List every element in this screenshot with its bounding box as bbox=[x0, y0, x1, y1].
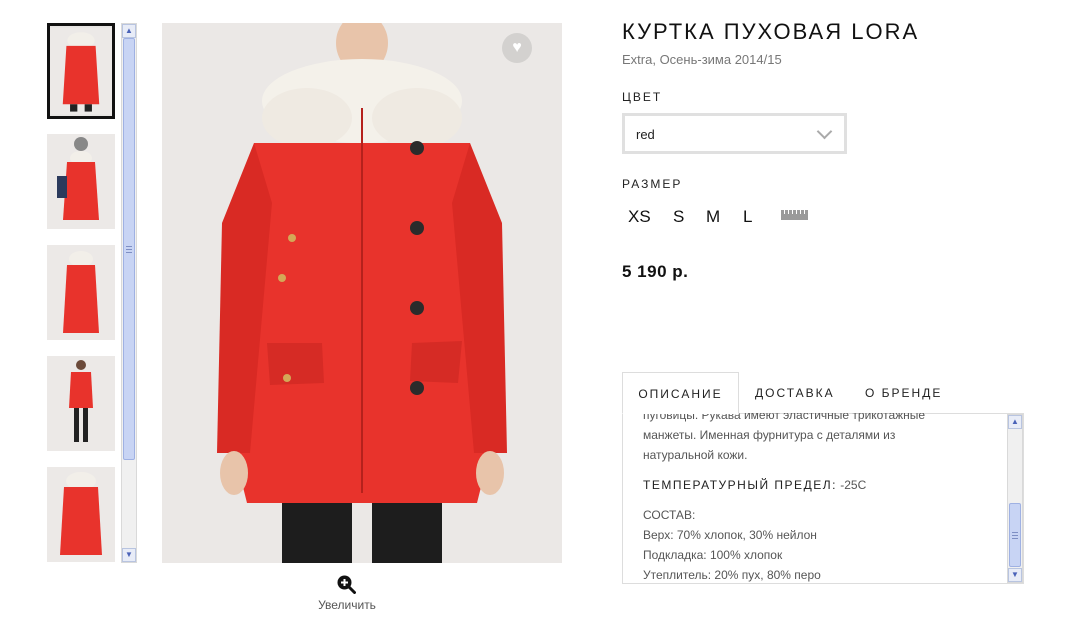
tab-description[interactable]: ОПИСАНИЕ bbox=[622, 372, 739, 414]
zoom-label[interactable]: Увеличить bbox=[300, 598, 394, 612]
main-product-image[interactable] bbox=[162, 23, 562, 563]
jacket-thumbnail-image bbox=[47, 467, 115, 562]
jacket-thumbnail-image bbox=[50, 27, 112, 115]
favorite-heart-icon[interactable]: ♥ bbox=[502, 33, 532, 63]
scroll-down-arrow-icon[interactable]: ▼ bbox=[1008, 568, 1022, 582]
chevron-down-icon bbox=[816, 123, 833, 140]
thumbnail-4[interactable] bbox=[47, 356, 115, 451]
thumbnail-1[interactable] bbox=[47, 23, 115, 119]
jacket-photo bbox=[162, 23, 562, 563]
jacket-thumbnail-image bbox=[47, 134, 115, 229]
color-label: ЦВЕТ bbox=[622, 90, 663, 104]
composition-line: Верх: 70% хлопок, 30% нейлон bbox=[643, 528, 817, 542]
size-option-l[interactable]: L bbox=[743, 207, 752, 227]
scroll-up-arrow-icon[interactable]: ▲ bbox=[122, 24, 136, 38]
product-title: КУРТКА ПУХОВАЯ LORA bbox=[622, 19, 920, 44]
color-select[interactable]: red bbox=[622, 113, 847, 154]
temperature-limit-value: -25С bbox=[836, 478, 867, 492]
product-price: 5 190 р. bbox=[622, 262, 689, 281]
size-option-s[interactable]: S bbox=[673, 207, 684, 227]
color-select-value: red bbox=[636, 127, 655, 142]
description-scrollbar[interactable]: ▲ ▼ bbox=[1007, 414, 1023, 583]
size-chart-ruler-icon[interactable] bbox=[781, 210, 808, 220]
temperature-limit-label: ТЕМПЕРАТУРНЫЙ ПРЕДЕЛ: bbox=[643, 478, 837, 492]
size-option-xs[interactable]: XS bbox=[628, 207, 651, 227]
description-content: пуговицы. Рукава имеют эластичные трикот… bbox=[643, 413, 1003, 583]
product-subtitle: Extra, Осень-зима 2014/15 bbox=[622, 52, 782, 67]
zoom-in-icon[interactable] bbox=[336, 574, 356, 594]
description-line: натуральной кожи. bbox=[643, 448, 748, 462]
scroll-up-arrow-icon[interactable]: ▲ bbox=[1008, 415, 1022, 429]
tab-brand[interactable]: О БРЕНДЕ bbox=[865, 372, 942, 414]
scrollbar-thumb[interactable] bbox=[123, 38, 135, 460]
thumbnail-5[interactable] bbox=[47, 467, 115, 562]
composition-line: Утеплитель: 20% пух, 80% перо bbox=[643, 568, 821, 582]
thumbnail-2[interactable] bbox=[47, 134, 115, 229]
size-label: РАЗМЕР bbox=[622, 177, 683, 191]
size-option-m[interactable]: M bbox=[706, 207, 720, 227]
thumbnail-3[interactable] bbox=[47, 245, 115, 340]
description-line: манжеты. Именная фурнитура с деталями из bbox=[643, 428, 896, 442]
scrollbar-thumb[interactable] bbox=[1009, 503, 1021, 567]
composition-line: Подкладка: 100% хлопок bbox=[643, 548, 783, 562]
jacket-thumbnail-image bbox=[47, 356, 115, 451]
composition-title: СОСТАВ: bbox=[643, 508, 696, 522]
tab-delivery[interactable]: ДОСТАВКА bbox=[755, 372, 835, 414]
thumbnails-scrollbar[interactable]: ▲ ▼ bbox=[121, 23, 137, 563]
jacket-thumbnail-image bbox=[47, 245, 115, 340]
scroll-down-arrow-icon[interactable]: ▼ bbox=[122, 548, 136, 562]
